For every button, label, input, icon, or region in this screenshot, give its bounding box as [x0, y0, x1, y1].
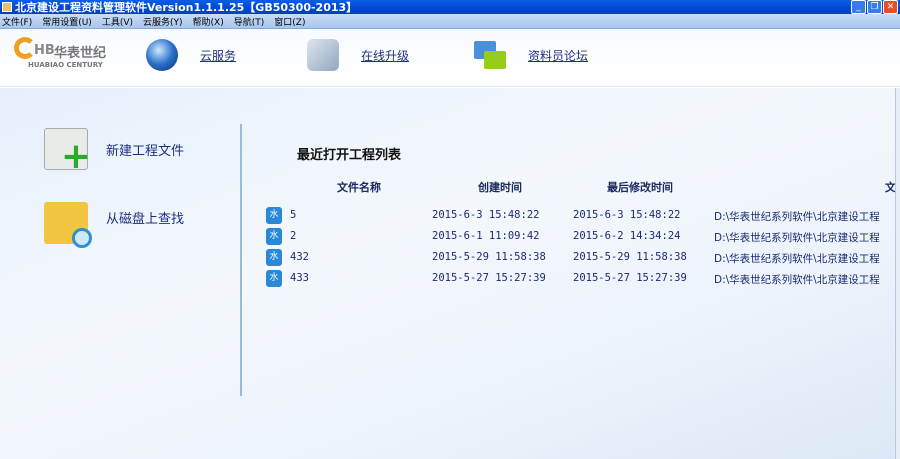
project-file-icon: 水 [266, 207, 282, 224]
project-file-icon: 水 [266, 228, 282, 245]
minimize-button[interactable]: _ [851, 0, 866, 14]
start-page: 新建工程文件 从磁盘上查找 最近打开工程列表 文件名称 创建时间 最后修改时间 … [0, 88, 896, 459]
col-header-created: 创建时间 [478, 181, 522, 194]
window-title: 北京建设工程资料管理软件Version1.1.1.25【GB50300-2013… [15, 1, 358, 14]
forum-button[interactable]: 资料员论坛 [474, 39, 588, 71]
app-icon [2, 2, 12, 12]
recent-project-row[interactable]: 水 5 2015-6-3 15:48:22 2015-6-3 15:48:22 … [266, 205, 900, 225]
restore-button[interactable]: ❐ [867, 0, 882, 14]
find-on-disk-button[interactable]: 从磁盘上查找 [44, 196, 184, 248]
chat-bubbles-icon [474, 39, 506, 71]
project-file-icon: 水 [266, 270, 282, 287]
title-bar: 北京建设工程资料管理软件Version1.1.1.25【GB50300-2013… [0, 0, 900, 14]
menu-nav[interactable]: 导航(T) [234, 15, 265, 28]
company-logo: HB 华表世纪 HUABIAO CENTURY [14, 37, 109, 73]
new-project-button[interactable]: 新建工程文件 [44, 128, 184, 177]
menu-cloud[interactable]: 云服务(Y) [143, 15, 183, 28]
menu-file[interactable]: 文件(F) [2, 15, 32, 28]
col-header-modified: 最后修改时间 [607, 181, 673, 194]
online-upgrade-link[interactable]: 在线升级 [361, 47, 409, 64]
new-file-icon [44, 128, 91, 177]
toolbar: HB 华表世纪 HUABIAO CENTURY 云服务 在线升级 资料员论坛 [0, 29, 900, 87]
menu-help[interactable]: 帮助(X) [193, 15, 224, 28]
cloud-service-link[interactable]: 云服务 [200, 47, 236, 64]
menu-tools[interactable]: 工具(V) [102, 15, 133, 28]
project-file-icon: 水 [266, 249, 282, 266]
recent-project-row[interactable]: 水 2 2015-6-1 11:09:42 2015-6-2 14:34:24 … [266, 226, 900, 246]
recent-list-title: 最近打开工程列表 [297, 148, 402, 163]
col-header-name: 文件名称 [337, 181, 381, 194]
divider [240, 124, 242, 396]
menu-bar: 文件(F) 常用设置(U) 工具(V) 云服务(Y) 帮助(X) 导航(T) 窗… [0, 14, 900, 29]
close-button[interactable]: ✕ [883, 0, 898, 14]
globe-icon [146, 39, 178, 71]
folder-search-icon [44, 202, 92, 248]
online-upgrade-button[interactable]: 在线升级 [307, 39, 409, 71]
recent-project-row[interactable]: 水 432 2015-5-29 11:58:38 2015-5-29 11:58… [266, 247, 900, 267]
cloud-service-button[interactable]: 云服务 [146, 39, 236, 71]
horizontal-splitter[interactable] [895, 88, 900, 459]
menu-window[interactable]: 窗口(Z) [274, 15, 305, 28]
recent-project-row[interactable]: 水 433 2015-5-27 15:27:39 2015-5-27 15:27… [266, 268, 900, 288]
menu-settings[interactable]: 常用设置(U) [42, 15, 92, 28]
forum-link[interactable]: 资料员论坛 [528, 47, 588, 64]
upgrade-icon [307, 39, 339, 71]
